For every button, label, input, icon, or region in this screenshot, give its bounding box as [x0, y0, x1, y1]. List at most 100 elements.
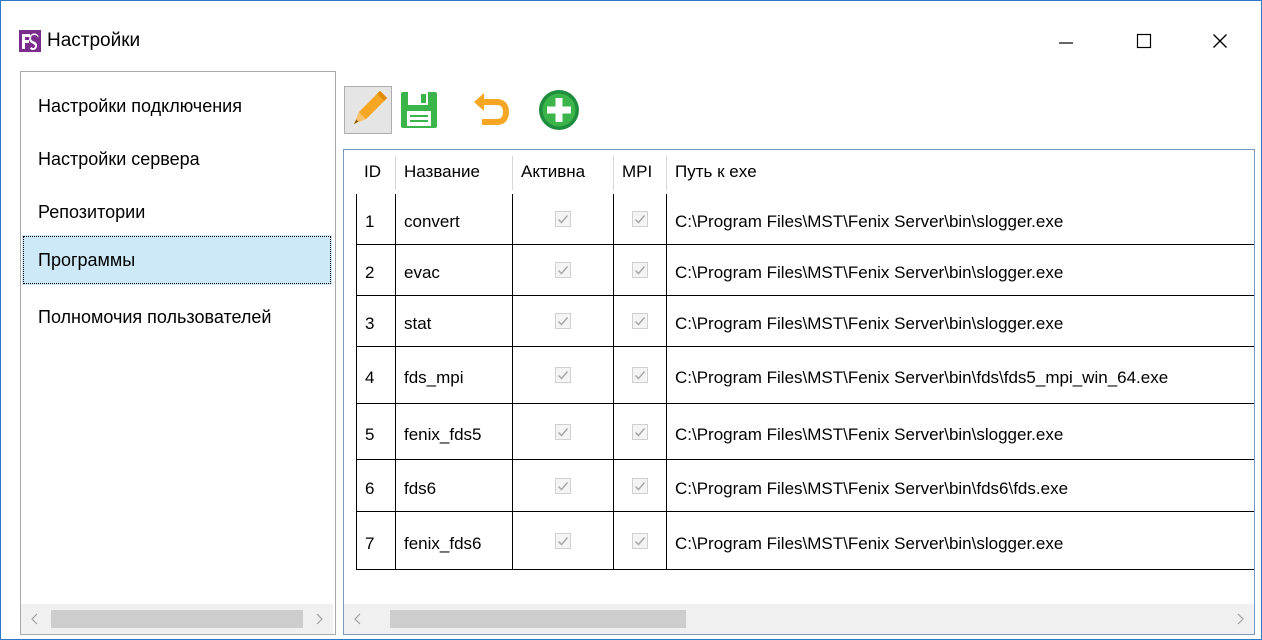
cell-name[interactable]: fenix_fds6 [396, 512, 513, 570]
cell-id-text: 2 [365, 263, 375, 282]
cell-exe-path[interactable]: C:\Program Files\MST\Fenix Server\bin\sl… [667, 512, 1254, 570]
cell-active[interactable] [513, 245, 614, 296]
cell-id[interactable]: 6 [356, 460, 396, 512]
cell-name[interactable]: fds6 [396, 460, 513, 512]
mpi-checkbox[interactable] [632, 477, 648, 494]
column-header-exe-path[interactable]: Путь к exe [667, 150, 1247, 194]
grid-body: ID Название Активна MPI Путь к exe 1 conv… [344, 150, 1254, 604]
column-header-name[interactable]: Название [396, 150, 512, 194]
active-checkbox[interactable] [555, 532, 571, 549]
active-checkbox[interactable] [555, 313, 571, 329]
sidebar-horizontal-scrollbar[interactable] [21, 604, 333, 634]
active-checkbox[interactable] [555, 477, 571, 494]
edit-button[interactable] [344, 86, 392, 134]
maximize-button[interactable] [1115, 21, 1173, 61]
minimize-button[interactable] [1037, 21, 1095, 61]
cell-id[interactable]: 7 [356, 512, 396, 570]
cell-mpi[interactable] [614, 296, 667, 347]
active-checkbox[interactable] [555, 367, 571, 383]
table-row[interactable]: 5 fenix_fds5 C:\Program Files\MST\Fenix Se… [344, 404, 1254, 460]
cell-name-text: fenix_fds6 [404, 533, 482, 553]
cell-id[interactable]: 3 [356, 296, 396, 347]
scrollbar-thumb[interactable] [390, 610, 686, 628]
table-row[interactable]: 4 fds_mpi C:\Program Files\MST\Fenix Serve… [344, 347, 1254, 404]
cell-active[interactable] [513, 512, 614, 570]
cell-exe-path-text: C:\Program Files\MST\Fenix Server\bin\fd… [675, 478, 1069, 498]
cell-id[interactable]: 1 [356, 194, 396, 245]
add-button[interactable] [535, 86, 583, 134]
active-checkbox[interactable] [555, 423, 571, 440]
active-checkbox[interactable] [555, 262, 571, 278]
scrollbar-thumb[interactable] [51, 610, 303, 628]
mpi-checkbox[interactable] [632, 423, 648, 440]
column-header-id[interactable]: ID [356, 150, 396, 194]
table-row[interactable]: 2 evac C:\Program Files\MST\Fenix Server\b… [344, 245, 1254, 296]
cell-active[interactable] [513, 296, 614, 347]
mpi-checkbox[interactable] [632, 532, 648, 549]
cell-name-text: fds6 [404, 478, 437, 498]
cell-name[interactable]: evac [396, 245, 513, 296]
cell-active[interactable] [513, 347, 614, 404]
cell-exe-path[interactable]: C:\Program Files\MST\Fenix Server\bin\sl… [667, 296, 1254, 347]
cell-exe-path[interactable]: C:\Program Files\MST\Fenix Server\bin\sl… [667, 404, 1254, 460]
cell-mpi[interactable] [614, 460, 667, 512]
cell-mpi[interactable] [614, 245, 667, 296]
cell-active[interactable] [513, 194, 614, 245]
cell-id[interactable]: 5 [356, 404, 396, 460]
floppy-save-icon [401, 92, 437, 128]
scroll-right-arrow-icon[interactable] [1226, 604, 1254, 634]
undo-button[interactable] [467, 86, 515, 134]
nav-item-user-permissions[interactable]: Полномочия пользователей [22, 292, 332, 342]
scroll-left-arrow-icon[interactable] [21, 604, 49, 634]
cell-exe-path[interactable]: C:\Program Files\MST\Fenix Server\bin\sl… [667, 194, 1254, 245]
nav-item-repositories[interactable]: Репозитории [22, 187, 332, 237]
mpi-checkbox[interactable] [632, 313, 648, 329]
mpi-checkbox[interactable] [632, 367, 648, 383]
cell-name-text: fenix_fds5 [404, 424, 482, 444]
scroll-left-arrow-icon[interactable] [344, 604, 372, 634]
cell-name[interactable]: stat [396, 296, 513, 347]
mpi-checkbox[interactable] [632, 262, 648, 278]
nav-item-connection-settings[interactable]: Настройки подключения [22, 81, 332, 131]
cell-mpi[interactable] [614, 512, 667, 570]
nav-item-server-settings[interactable]: Настройки сервера [22, 134, 332, 184]
cell-name[interactable]: fds_mpi [396, 347, 513, 404]
table-row[interactable]: 1 convert C:\Program Files\MST\Fenix Serve… [344, 194, 1254, 245]
cell-name-text: stat [404, 314, 432, 333]
cell-id-text: 5 [365, 424, 375, 444]
mpi-checkbox[interactable] [632, 211, 648, 227]
scroll-right-arrow-icon[interactable] [305, 604, 333, 634]
cell-id[interactable]: 2 [356, 245, 396, 296]
cell-mpi[interactable] [614, 404, 667, 460]
fenix-logo-icon [19, 30, 41, 52]
cell-id-text: 7 [365, 533, 375, 553]
table-row[interactable]: 3 stat C:\Program Files\MST\Fenix Server\b… [344, 296, 1254, 347]
cell-name[interactable]: fenix_fds5 [396, 404, 513, 460]
cell-exe-path[interactable]: C:\Program Files\MST\Fenix Server\bin\sl… [667, 245, 1254, 296]
cell-active[interactable] [513, 460, 614, 512]
title-bar[interactable]: Настройки [1, 1, 1261, 63]
programs-grid: ID Название Активна MPI Путь к exe 1 conv… [343, 149, 1255, 635]
table-row[interactable]: 7 fenix_fds6 C:\Program Files\MST\Fenix Se… [344, 512, 1254, 570]
cell-exe-path-text: C:\Program Files\MST\Fenix Server\bin\fd… [675, 368, 1169, 387]
cell-exe-path-text: C:\Program Files\MST\Fenix Server\bin\sl… [675, 314, 1064, 333]
cell-exe-path-text: C:\Program Files\MST\Fenix Server\bin\sl… [675, 533, 1064, 553]
grid-horizontal-scrollbar[interactable] [344, 604, 1254, 634]
cell-mpi[interactable] [614, 347, 667, 404]
pencil-edit-icon [353, 90, 388, 125]
cell-exe-path[interactable]: C:\Program Files\MST\Fenix Server\bin\fd… [667, 347, 1254, 404]
cell-exe-path[interactable]: C:\Program Files\MST\Fenix Server\bin\fd… [667, 460, 1254, 512]
cell-id-text: 4 [365, 368, 375, 387]
close-button[interactable] [1191, 21, 1249, 61]
active-checkbox[interactable] [555, 211, 571, 227]
column-header-mpi[interactable]: MPI [614, 150, 666, 194]
nav-item-programs[interactable]: Программы [22, 235, 332, 285]
table-row[interactable]: 6 fds6 C:\Program Files\MST\Fenix Server\b… [344, 460, 1254, 512]
save-button[interactable] [395, 86, 443, 134]
column-header-active[interactable]: Активна [513, 150, 613, 194]
cell-active[interactable] [513, 404, 614, 460]
cell-id[interactable]: 4 [356, 347, 396, 404]
undo-arrow-icon [474, 93, 510, 125]
cell-name[interactable]: convert [396, 194, 513, 245]
cell-mpi[interactable] [614, 194, 667, 245]
